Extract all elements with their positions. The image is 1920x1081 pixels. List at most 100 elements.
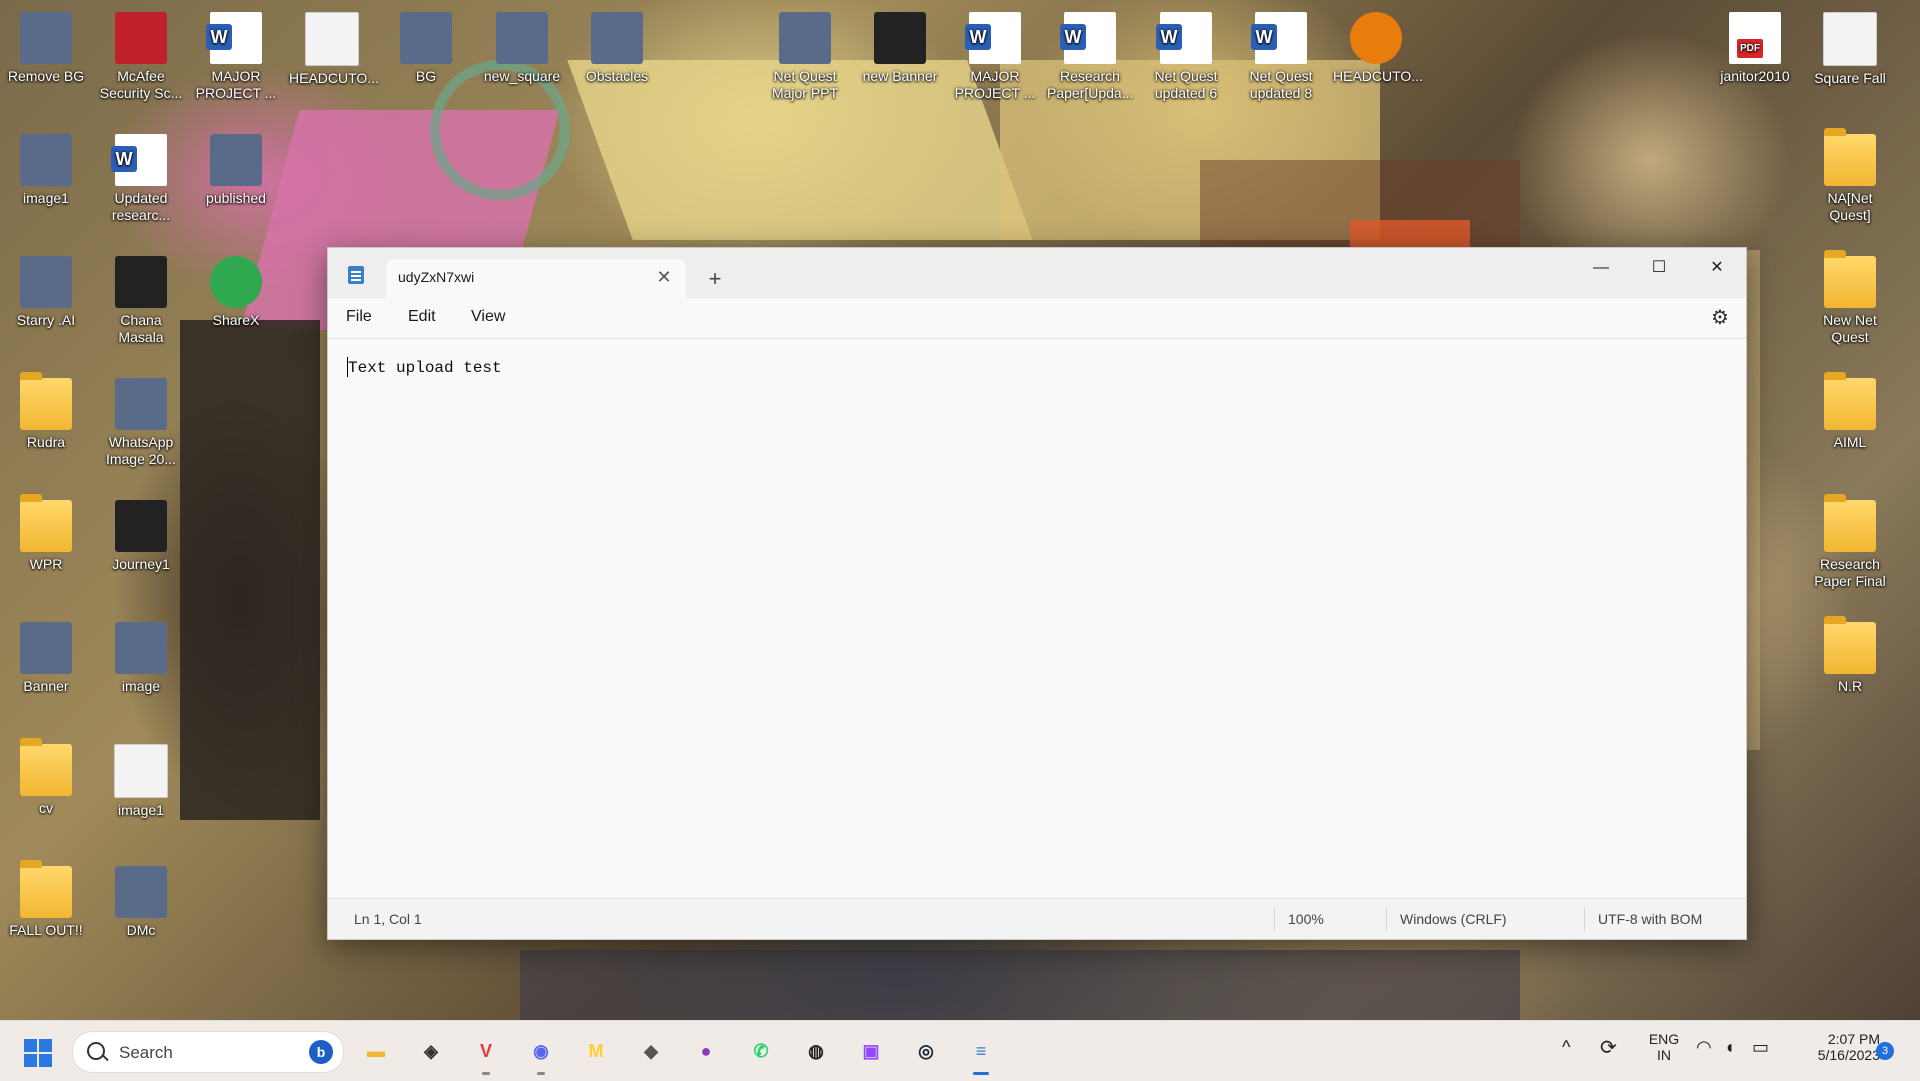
desktop-icon[interactable]: new Banner: [857, 10, 943, 85]
desktop-icon[interactable]: Chana Masala: [98, 254, 184, 346]
notepad-icon[interactable]: ≡: [963, 1033, 999, 1075]
desktop-icon-label: New Net Quest: [1823, 312, 1877, 345]
menu-bar: File Edit View ⚙: [328, 298, 1746, 339]
text-editor[interactable]: Text upload test: [328, 339, 1746, 899]
start-button[interactable]: [24, 1039, 52, 1067]
desktop-icon[interactable]: Net Quest updated 8: [1238, 10, 1324, 102]
discord-icon[interactable]: ◉: [523, 1033, 559, 1075]
steam-icon[interactable]: ◎: [908, 1033, 944, 1069]
bing-icon[interactable]: b: [309, 1040, 333, 1064]
layers-icon[interactable]: ◆: [633, 1033, 669, 1069]
desktop-icon-label: Obstacles: [585, 68, 649, 84]
desktop-icon[interactable]: Research Paper[Upda...: [1047, 10, 1133, 102]
image-icon: [20, 622, 72, 674]
desktop-icon[interactable]: WPR: [3, 494, 89, 573]
folder-icon: [20, 494, 72, 552]
line-ending[interactable]: Windows (CRLF): [1400, 911, 1507, 927]
word-doc-icon: [1156, 12, 1212, 64]
desktop-icon[interactable]: N.R: [1807, 616, 1893, 695]
zoom-level[interactable]: 100%: [1288, 911, 1324, 927]
clock[interactable]: 2:07 PM 5/16/2023: [1790, 1031, 1880, 1063]
desktop-icon[interactable]: MAJOR PROJECT ...: [193, 10, 279, 102]
desktop-icon-label: McAfee Security Sc...: [99, 68, 183, 101]
word-doc-icon: [965, 12, 1021, 64]
desktop-icon-label: ShareX: [212, 312, 260, 328]
desktop-icon[interactable]: image1: [3, 132, 89, 207]
search-box[interactable]: Search b: [72, 1031, 344, 1073]
menu-edit[interactable]: Edit: [408, 308, 436, 326]
whatsapp-icon[interactable]: ✆: [743, 1033, 779, 1069]
desktop-icon[interactable]: Starry .AI: [3, 254, 89, 329]
desktop-icon-label: BG: [415, 68, 437, 84]
desktop-icon[interactable]: NA[Net Quest]: [1807, 128, 1893, 224]
desktop-icon[interactable]: Updated researc...: [98, 132, 184, 224]
tab-document[interactable]: udyZxN7xwi ✕: [386, 259, 686, 298]
desktop-icon[interactable]: published: [193, 132, 279, 207]
vivaldi-icon[interactable]: V: [468, 1033, 504, 1075]
notification-badge[interactable]: 3: [1876, 1042, 1894, 1060]
wifi-icon[interactable]: ◠: [1696, 1037, 1712, 1058]
sync-icon[interactable]: ⟳: [1600, 1035, 1617, 1060]
desktop-icon[interactable]: Square Fall: [1807, 10, 1893, 87]
menu-view[interactable]: View: [471, 308, 505, 326]
desktop-icon-label: cv: [39, 800, 53, 816]
tray-overflow-icon[interactable]: ^: [1562, 1037, 1570, 1058]
desktop-icon[interactable]: new_square: [479, 10, 565, 85]
close-tab-button[interactable]: ✕: [652, 265, 676, 289]
title-bar[interactable]: udyZxN7xwi ✕ + — ☐ ✕: [328, 248, 1746, 298]
new-tab-button[interactable]: +: [700, 264, 730, 294]
desktop-icon[interactable]: BG: [383, 10, 469, 85]
minimize-button[interactable]: —: [1572, 248, 1630, 288]
desktop-icon[interactable]: DMc: [98, 864, 184, 939]
pdf-icon: [1729, 12, 1781, 64]
desktop-icon[interactable]: Obstacles: [574, 10, 660, 85]
desktop-icon-label: janitor2010: [1720, 68, 1790, 84]
settings-icon[interactable]: ⚙: [1708, 306, 1732, 330]
windows-logo-icon: [39, 1039, 52, 1052]
image-icon: [115, 622, 167, 674]
desktop-icon-label: NA[Net Quest]: [1827, 190, 1873, 223]
desktop-icon[interactable]: ShareX: [193, 254, 279, 329]
desktop-icon[interactable]: Research Paper Final: [1807, 494, 1893, 590]
desktop-icon[interactable]: Net Quest updated 6: [1143, 10, 1229, 102]
editor-content[interactable]: Text upload test: [348, 359, 502, 377]
volume-icon[interactable]: ◖: [1724, 1037, 1735, 1058]
desktop-icon[interactable]: New Net Quest: [1807, 250, 1893, 346]
file-explorer-icon[interactable]: ▬: [358, 1033, 394, 1069]
desktop-icon-label: Rudra: [26, 434, 66, 450]
github-icon[interactable]: ●: [688, 1033, 724, 1069]
menu-file[interactable]: File: [346, 308, 372, 326]
desktop-icon[interactable]: McAfee Security Sc...: [98, 10, 184, 102]
close-window-button[interactable]: ✕: [1688, 248, 1746, 288]
desktop-icon[interactable]: FALL OUT!!: [3, 860, 89, 939]
miro-icon[interactable]: M: [578, 1033, 614, 1069]
image-icon: [591, 12, 643, 64]
desktop-icon[interactable]: image1: [98, 742, 184, 819]
word-doc-icon: [1251, 12, 1307, 64]
desktop-icon[interactable]: Remove BG: [3, 10, 89, 85]
obs-icon[interactable]: ◍: [798, 1033, 834, 1069]
desktop-icon[interactable]: Journey1: [98, 498, 184, 573]
desktop-icon-label: AIML: [1833, 434, 1867, 450]
image-icon: [210, 134, 262, 186]
desktop-icon[interactable]: AIML: [1807, 372, 1893, 451]
encoding[interactable]: UTF-8 with BOM: [1598, 911, 1702, 927]
blender-icon: [1350, 12, 1402, 64]
unity-icon[interactable]: ◈: [413, 1033, 449, 1069]
desktop-icon[interactable]: Rudra: [3, 372, 89, 451]
desktop-icon[interactable]: image: [98, 620, 184, 695]
battery-icon[interactable]: ▭: [1752, 1037, 1769, 1058]
desktop-icon[interactable]: Net Quest Major PPT: [762, 10, 848, 102]
language-indicator[interactable]: ENG IN: [1644, 1031, 1684, 1063]
twitch-icon[interactable]: ▣: [853, 1033, 889, 1069]
desktop-icon-label: Square Fall: [1814, 70, 1886, 86]
desktop-icon[interactable]: HEADCUTO...: [1333, 10, 1423, 85]
desktop-icon[interactable]: MAJOR PROJECT ...: [952, 10, 1038, 102]
desktop-icon[interactable]: janitor2010: [1712, 10, 1798, 85]
cursor-position: Ln 1, Col 1: [354, 911, 422, 927]
desktop-icon[interactable]: Banner: [3, 620, 89, 695]
desktop-icon[interactable]: HEADCUTO...: [289, 10, 379, 87]
desktop-icon[interactable]: WhatsApp Image 20...: [98, 376, 184, 468]
desktop-icon[interactable]: cv: [3, 738, 89, 817]
maximize-button[interactable]: ☐: [1630, 248, 1688, 288]
